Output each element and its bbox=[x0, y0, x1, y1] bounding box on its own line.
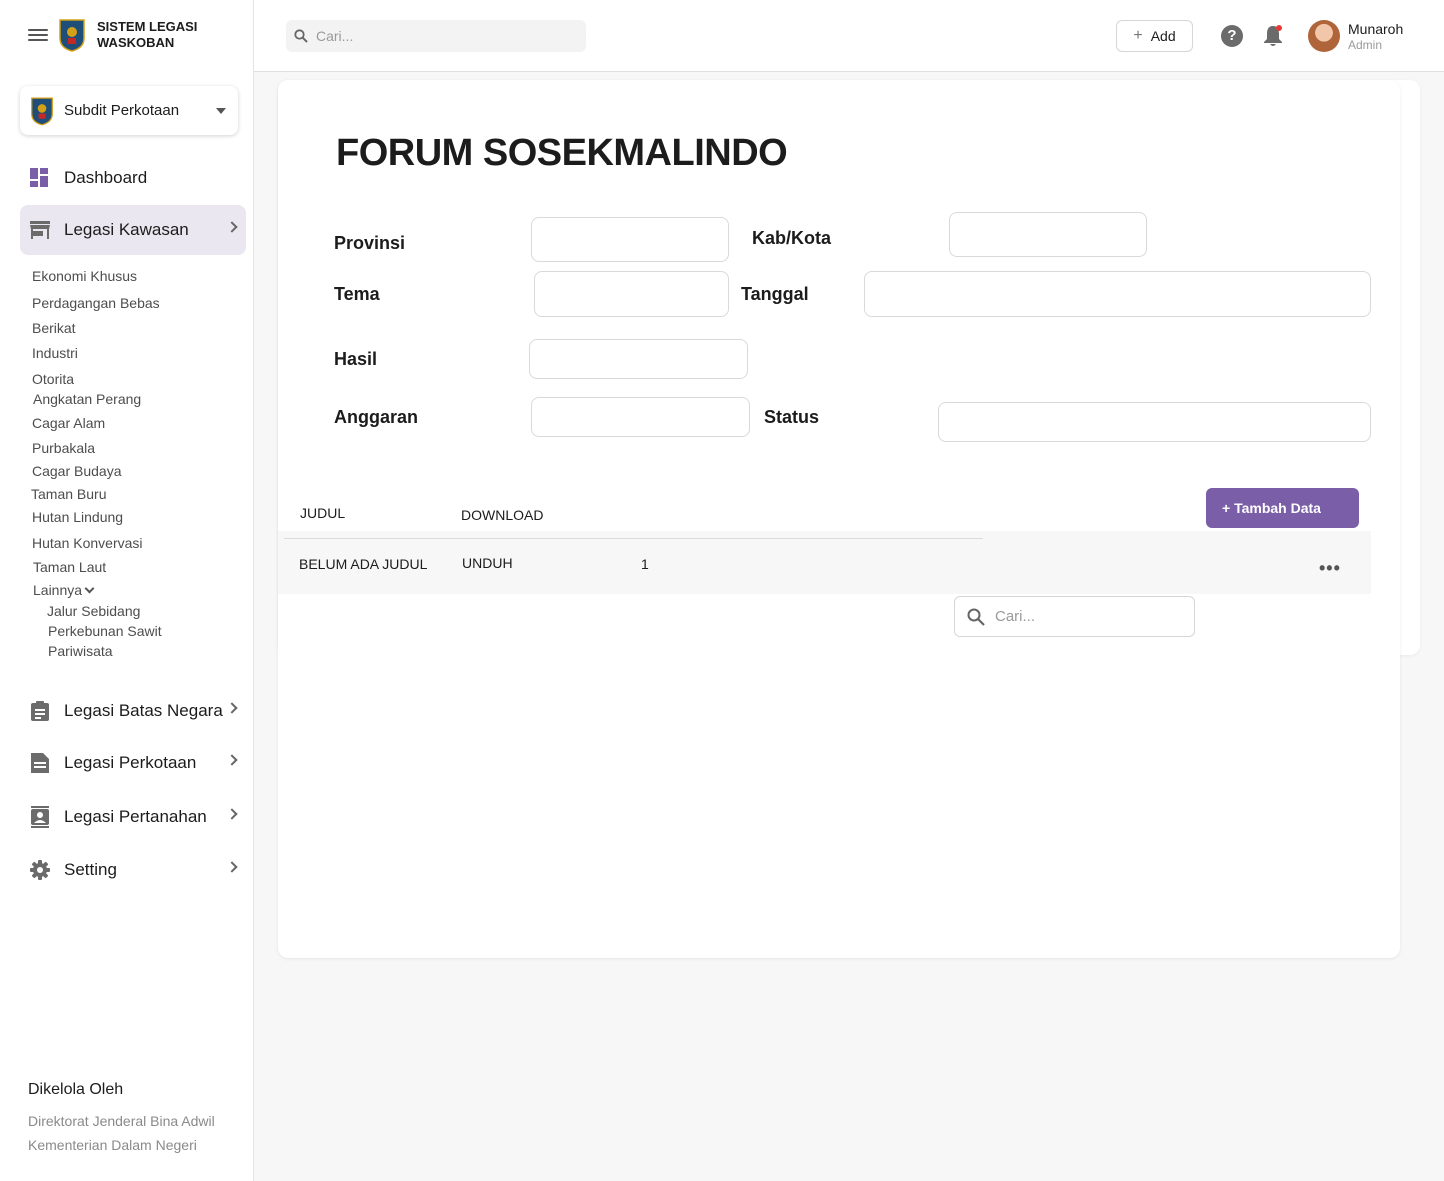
nav-legasi-perkotaan-label: Legasi Perkotaan bbox=[64, 753, 197, 772]
submenu-angkatan-perang[interactable]: Angkatan Perang bbox=[33, 391, 141, 407]
provinsi-field[interactable] bbox=[531, 217, 729, 262]
nav-legasi-pertanahan[interactable]: Legasi Pertanahan bbox=[20, 792, 246, 842]
hasil-field[interactable] bbox=[529, 339, 748, 379]
search-icon bbox=[967, 608, 985, 626]
plus-icon: + bbox=[1133, 27, 1143, 44]
nav-setting[interactable]: Setting bbox=[20, 845, 246, 895]
top-search-input[interactable] bbox=[316, 28, 566, 44]
nav-legasi-batas-negara[interactable]: Legasi Batas Negara bbox=[20, 686, 246, 736]
submenu-lainnya[interactable]: Lainnya bbox=[33, 582, 95, 598]
cell-count: 1 bbox=[641, 556, 649, 572]
column-header-judul: JUDUL bbox=[300, 505, 346, 521]
submenu-lainnya-label: Lainnya bbox=[33, 582, 83, 598]
chevron-right-icon bbox=[226, 808, 238, 820]
user-name: Munaroh bbox=[1348, 21, 1404, 37]
search-icon bbox=[294, 29, 308, 43]
nav-setting-label: Setting bbox=[64, 860, 117, 879]
tema-label: Tema bbox=[334, 284, 380, 304]
submenu-berikat[interactable]: Berikat bbox=[32, 320, 76, 336]
hamburger-menu-icon[interactable] bbox=[28, 27, 48, 43]
tema-field[interactable] bbox=[534, 271, 729, 317]
help-icon[interactable]: ? bbox=[1221, 25, 1243, 47]
chevron-right-icon bbox=[226, 861, 238, 873]
table-search[interactable] bbox=[954, 596, 1195, 637]
chevron-down-icon bbox=[84, 583, 95, 594]
submenu-industri[interactable]: Industri bbox=[32, 345, 78, 361]
add-button[interactable]: + Add bbox=[1116, 20, 1193, 52]
nav-legasi-pertanahan-label: Legasi Pertanahan bbox=[64, 807, 207, 826]
contact-card-icon bbox=[30, 806, 50, 828]
avatar[interactable] bbox=[1308, 20, 1340, 52]
anggaran-field[interactable] bbox=[531, 397, 750, 437]
tanggal-label: Tanggal bbox=[741, 284, 809, 304]
unit-select-value: Subdit Perkotaan bbox=[64, 102, 180, 119]
caret-down-icon bbox=[216, 107, 226, 114]
submenu-ekonomi-khusus[interactable]: Ekonomi Khusus bbox=[32, 268, 137, 284]
clipboard-icon bbox=[30, 701, 50, 721]
submenu-pariwisata[interactable]: Pariwisata bbox=[48, 643, 113, 659]
topbar: + Add ? Munaroh Admin bbox=[254, 0, 1444, 72]
chevron-right-icon bbox=[226, 702, 238, 714]
nav-legasi-perkotaan[interactable]: Legasi Perkotaan bbox=[20, 738, 246, 788]
sidebar: SISTEM LEGASI WASKOBAN Subdit Perkotaan … bbox=[0, 0, 254, 1181]
submenu-cagar-alam[interactable]: Cagar Alam bbox=[32, 415, 105, 431]
hasil-label: Hasil bbox=[334, 349, 378, 369]
submenu-hutan-lindung[interactable]: Hutan Lindung bbox=[32, 509, 123, 525]
submenu-cagar-budaya[interactable]: Cagar Budaya bbox=[32, 463, 122, 479]
nav-dashboard-label: Dashboard bbox=[64, 168, 148, 187]
emblem-logo-icon bbox=[59, 19, 85, 52]
submenu-hutan-konvervasi[interactable]: Hutan Konvervasi bbox=[32, 535, 143, 551]
store-icon bbox=[30, 220, 50, 240]
dashboard-icon bbox=[30, 168, 50, 188]
nav-dashboard[interactable]: Dashboard bbox=[20, 153, 246, 203]
unduh-link[interactable]: UNDUH bbox=[462, 555, 513, 571]
status-label: Status bbox=[764, 407, 820, 427]
table-search-input[interactable] bbox=[995, 608, 1185, 625]
tanggal-field[interactable] bbox=[864, 271, 1371, 317]
chevron-right-icon bbox=[226, 754, 238, 766]
add-button-label: Add bbox=[1150, 28, 1176, 44]
page-title: FORUM SOSEKMALINDO bbox=[336, 132, 788, 174]
kab-kota-label: Kab/Kota bbox=[752, 228, 832, 248]
table-row bbox=[278, 531, 1371, 594]
anggaran-label: Anggaran bbox=[334, 407, 419, 427]
submenu-taman-laut[interactable]: Taman Laut bbox=[33, 559, 106, 575]
nav-legasi-batas-negara-label: Legasi Batas Negara bbox=[64, 701, 223, 720]
footer-title: Dikelola Oleh bbox=[28, 1081, 124, 1098]
submenu-taman-buru[interactable]: Taman Buru bbox=[31, 486, 106, 502]
notification-bell-icon[interactable] bbox=[1262, 24, 1284, 48]
gear-icon bbox=[30, 860, 50, 880]
unit-select[interactable]: Subdit Perkotaan bbox=[20, 86, 238, 135]
top-search[interactable] bbox=[286, 20, 586, 52]
kab-kota-field[interactable] bbox=[949, 212, 1147, 257]
submenu-jalur-sebidang[interactable]: Jalur Sebidang bbox=[47, 603, 140, 619]
more-options-icon[interactable]: ••• bbox=[1319, 558, 1341, 579]
footer-line-1: Direktorat Jenderal Bina Adwil bbox=[28, 1113, 215, 1129]
submenu-perdagangan-bebas[interactable]: Perdagangan Bebas bbox=[32, 295, 160, 311]
cell-judul: BELUM ADA JUDUL bbox=[299, 556, 428, 572]
column-header-download: DOWNLOAD bbox=[461, 507, 544, 523]
nav-legasi-kawasan[interactable]: Legasi Kawasan bbox=[20, 205, 246, 255]
brand: SISTEM LEGASI WASKOBAN bbox=[28, 18, 197, 52]
tambah-data-button[interactable]: + Tambah Data bbox=[1206, 488, 1359, 528]
chevron-right-icon bbox=[226, 221, 238, 233]
submenu-perkebunan-sawit[interactable]: Perkebunan Sawit bbox=[48, 623, 162, 639]
nav-legasi-kawasan-label: Legasi Kawasan bbox=[64, 220, 189, 239]
unit-emblem-icon bbox=[31, 97, 53, 125]
brand-line-2: WASKOBAN bbox=[97, 35, 175, 50]
submenu-purbakala[interactable]: Purbakala bbox=[32, 440, 95, 456]
submenu-otorita[interactable]: Otorita bbox=[32, 371, 74, 387]
status-field[interactable] bbox=[938, 402, 1371, 442]
brand-line-1: SISTEM LEGASI bbox=[97, 19, 198, 34]
provinsi-label: Provinsi bbox=[334, 233, 406, 253]
user-role: Admin bbox=[1348, 38, 1383, 52]
footer-line-2: Kementerian Dalam Negeri bbox=[28, 1137, 197, 1153]
row-divider bbox=[284, 538, 983, 539]
document-icon bbox=[30, 753, 50, 773]
